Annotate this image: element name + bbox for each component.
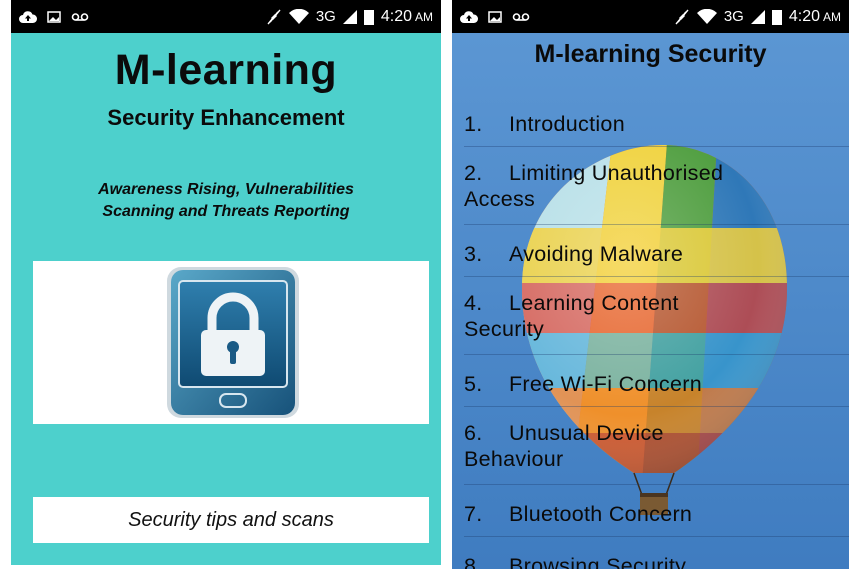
network-type: 3G (723, 8, 744, 25)
menu-item-label-line-2: Access (464, 187, 536, 211)
menu-item-label: Limiting Unauthorised (509, 161, 724, 185)
menu-item-free-wifi-concern[interactable]: 5. Free Wi-Fi Concern (464, 355, 849, 407)
wifi-icon (288, 8, 309, 25)
menu-item-learning-content-security[interactable]: 4. Learning Content Security (464, 277, 849, 355)
wifi-icon (696, 8, 717, 25)
voicemail-icon (71, 12, 89, 22)
mute-icon (266, 9, 282, 25)
menu-item-number: 2. (464, 161, 483, 185)
clock-ampm: AM (823, 9, 841, 24)
clock-time: 4:20 (380, 7, 412, 25)
left-screen: 3G 4:20 AM M-learning Security Enhanceme… (11, 0, 441, 569)
menu-item-label: Unusual Device (509, 421, 664, 445)
menu-content: M-learning Security 1. Introduction 2. Lim… (452, 33, 849, 569)
menu-item-number: 3. (464, 242, 483, 266)
tagline-line-1: Awareness Rising, Vulnerabilities (98, 181, 354, 198)
menu-item-avoiding-malware[interactable]: 3. Avoiding Malware (464, 225, 849, 277)
menu-item-number: 7. (464, 502, 483, 526)
signal-icon (750, 9, 765, 24)
menu-item-label-line-2: Security (464, 317, 545, 341)
splash-content: M-learning Security Enhancement Awarenes… (11, 33, 441, 565)
menu-item-limiting-unauthorised-access[interactable]: 2. Limiting Unauthorised Access (464, 147, 849, 225)
cloud-upload-icon (460, 10, 478, 24)
phone-padlock-icon (167, 267, 299, 418)
clock-time: 4:20 (788, 7, 820, 25)
menu-title: M-learning Security (534, 40, 767, 68)
battery-icon (363, 9, 374, 25)
menu-item-label: Free Wi-Fi Concern (509, 372, 702, 396)
signal-icon (342, 9, 357, 24)
app-title: M-learning (114, 46, 338, 94)
clock-ampm: AM (415, 9, 433, 24)
topics-list: 1. Introduction 2. Limiting Unauthorised A… (464, 95, 849, 569)
menu-item-number: 4. (464, 291, 483, 315)
menu-item-label: Introduction (509, 112, 625, 136)
app-subtitle: Security Enhancement (107, 105, 345, 130)
image-icon (488, 10, 502, 23)
menu-item-number: 1. (464, 112, 483, 136)
battery-icon (771, 9, 782, 25)
image-icon (47, 10, 61, 23)
menu-item-number: 6. (464, 421, 483, 445)
menu-item-label: Learning Content (509, 291, 679, 315)
status-bar-right: 3G 4:20 AM (452, 0, 849, 33)
mute-icon (674, 9, 690, 25)
menu-item-number: 5. (464, 372, 483, 396)
network-type: 3G (315, 8, 336, 25)
app-tagline: Awareness Rising, Vulnerabilities Scanni… (11, 179, 441, 223)
right-screen: 3G 4:20 AM M-learning Security 1. Introd… (452, 0, 849, 569)
menu-item-label: Bluetooth Concern (509, 502, 693, 526)
menu-item-number: 8. (464, 554, 483, 569)
menu-item-unusual-device-behaviour[interactable]: 6. Unusual Device Behaviour (464, 407, 849, 485)
cloud-upload-icon (19, 10, 37, 24)
security-tips-button[interactable]: Security tips and scans (33, 497, 429, 543)
menu-item-label-line-2: Behaviour (464, 447, 564, 471)
menu-item-label: Avoiding Malware (509, 242, 684, 266)
menu-item-browsing-security[interactable]: 8. Browsing Security (464, 537, 849, 569)
menu-item-introduction[interactable]: 1. Introduction (464, 95, 849, 147)
menu-item-label: Browsing Security (509, 554, 687, 569)
status-bar: 3G 4:20 AM (11, 0, 441, 33)
logo-panel (33, 261, 429, 424)
voicemail-icon (512, 12, 530, 22)
tagline-line-2: Scanning and Threats Reporting (102, 203, 350, 220)
menu-item-bluetooth-concern[interactable]: 7. Bluetooth Concern (464, 485, 849, 537)
